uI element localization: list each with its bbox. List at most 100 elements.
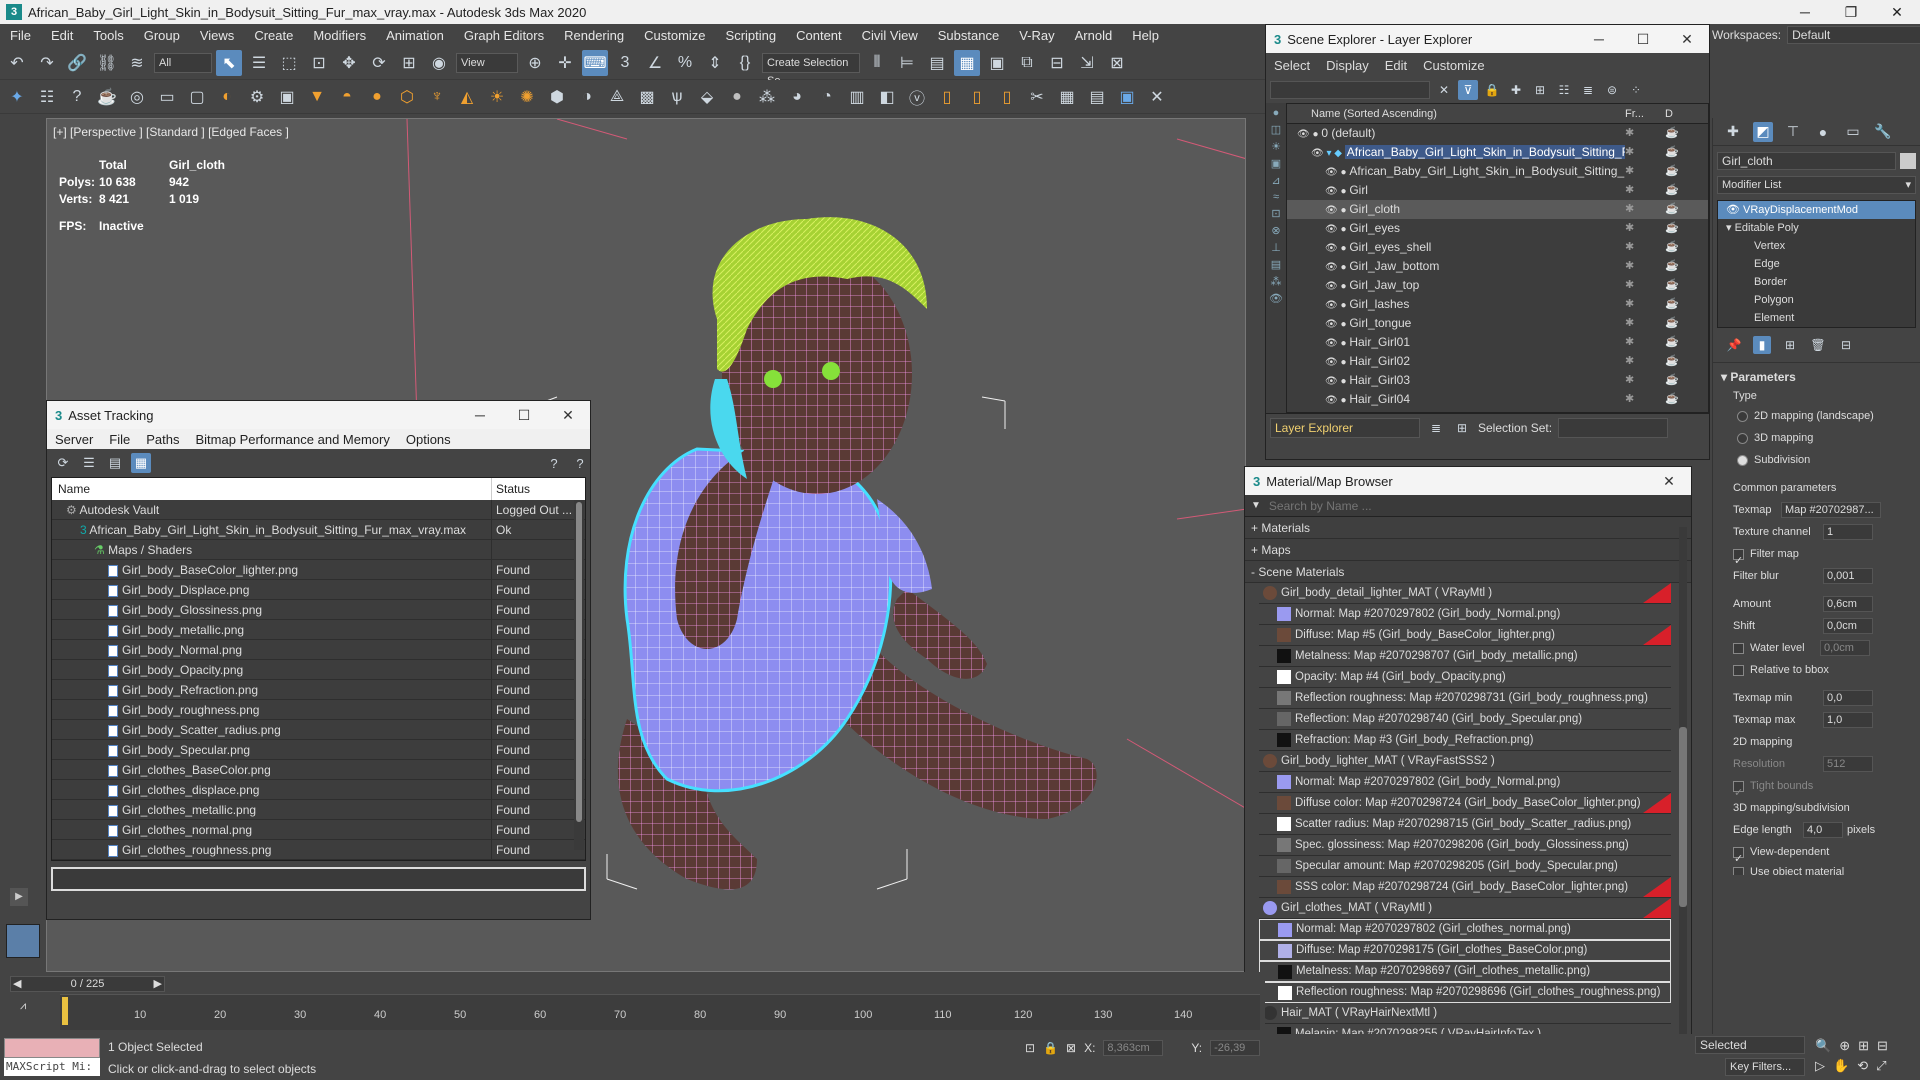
x-coordinate-field[interactable]: 8,363cm [1103, 1040, 1164, 1056]
scene-row[interactable]: 👁 ● Hair_Girl01 ✱ ☕ [1287, 333, 1708, 352]
mat-preset-icon[interactable]: ◕ [784, 84, 810, 110]
selection-set-icon[interactable]: ⊞ [1452, 418, 1472, 438]
type-radio[interactable] [1737, 454, 1748, 466]
scene-row[interactable]: 👁 ● Girl_Jaw_bottom ✱ ☕ [1287, 257, 1708, 276]
se-menu-customize[interactable]: Customize [1415, 58, 1492, 73]
minimize-button[interactable]: ─ [1782, 0, 1828, 24]
asset-row[interactable]: Girl_body_Displace.png Found [52, 580, 585, 600]
asset-row[interactable]: Girl_clothes_normal.png Found [52, 820, 585, 840]
filter-containers-icon[interactable]: ▤ [1271, 258, 1281, 271]
render-frame-icon[interactable]: ▭ [154, 84, 180, 110]
use-object-material-checkbox[interactable] [1733, 866, 1744, 875]
expand-icon[interactable]: ▶ [10, 888, 28, 906]
teapot-icon[interactable]: ☕ [94, 84, 120, 110]
visibility-icon[interactable]: 👁 [1311, 148, 1326, 159]
asset-row[interactable]: Girl_clothes_metallic.png Found [52, 800, 585, 820]
fr-icon[interactable]: ▯ [994, 84, 1020, 110]
filter-groups-icon[interactable]: ⊡ [1271, 207, 1280, 220]
map-item[interactable]: Diffuse color: Map #2070298724 (Girl_bod… [1259, 793, 1671, 814]
asset-row[interactable]: Girl_body_Scatter_radius.png Found [52, 720, 585, 740]
sun-sky-icon[interactable]: ✺ [514, 84, 540, 110]
visibility-icon[interactable]: 👁 [1325, 319, 1340, 330]
at-menu-bitmap-performance-and-memory[interactable]: Bitmap Performance and Memory [188, 432, 398, 447]
display-teapot-icon[interactable]: ☕ [1665, 333, 1679, 352]
type-option[interactable]: 3D mapping [1713, 427, 1920, 449]
display-teapot-icon[interactable]: ☕ [1665, 257, 1679, 276]
map-item[interactable]: Diffuse: Map #2070298175 (Girl_clothes_B… [1259, 940, 1671, 961]
layers-icon[interactable]: ≣ [1578, 80, 1598, 100]
maxscript-input[interactable]: MAXScript Mi: [4, 1058, 100, 1076]
prev-frame-icon[interactable]: ◀ [13, 977, 21, 991]
zoom-icon[interactable]: 🔍 [1815, 1038, 1831, 1054]
pivot-icon[interactable]: ⊕ [522, 50, 548, 76]
display-teapot-icon[interactable]: ☕ [1665, 143, 1679, 162]
zoom-extents-icon[interactable]: ⊞ [1858, 1038, 1869, 1054]
lock-icon[interactable]: 🔒 [1482, 80, 1502, 100]
asset-row[interactable]: Girl_body_Glossiness.png Found [52, 600, 585, 620]
asset-row[interactable]: 3 African_Baby_Girl_Light_Skin_in_Bodysu… [52, 520, 585, 540]
menu-edit[interactable]: Edit [41, 28, 83, 43]
modifier-stack-item[interactable]: ▾ Editable Poly [1718, 219, 1915, 237]
move-icon[interactable]: ✥ [336, 50, 362, 76]
mat-lib-icon[interactable]: ◔ [814, 84, 840, 110]
key-filters-button[interactable]: Key Filters... [1725, 1058, 1805, 1076]
tight-bounds-checkbox[interactable]: ✓ [1733, 780, 1744, 799]
modifier-stack-item[interactable]: Element [1718, 309, 1915, 327]
rotate-icon[interactable]: ⟳ [366, 50, 392, 76]
lens-icon[interactable]: ▥ [844, 84, 870, 110]
layer-manager-icon[interactable]: ▤ [924, 50, 950, 76]
asset-row[interactable]: ⚗ Maps / Shaders [52, 540, 585, 560]
type-radio[interactable] [1737, 410, 1748, 422]
menu-tools[interactable]: Tools [83, 28, 133, 43]
filter-spacewarps-icon[interactable]: ≈ [1273, 191, 1279, 203]
bind-spacewarp-icon[interactable]: ≋ [124, 50, 150, 76]
at-menu-file[interactable]: File [101, 432, 138, 447]
vray-asset-icon[interactable]: ✦ [4, 84, 30, 110]
expand-stack-icon[interactable]: ▾ [1726, 222, 1735, 234]
asset-row[interactable]: ⚙ Autodesk Vault Logged Out ... [52, 500, 585, 520]
at-menu-server[interactable]: Server [47, 432, 101, 447]
time-slider[interactable]: ◀ 0 / 225 ▶ [10, 976, 165, 992]
asset-row[interactable]: Girl_body_Normal.png Found [52, 640, 585, 660]
at-minimize-button[interactable]: ─ [458, 401, 502, 429]
menu-views[interactable]: Views [190, 28, 244, 43]
keyboard-shortcut-icon[interactable]: ⌨ [582, 49, 608, 76]
select-manipulate-icon[interactable]: ✛ [552, 50, 578, 76]
edit-named-sets-icon[interactable]: {} [732, 50, 758, 76]
visibility-icon[interactable]: 👁 [1325, 281, 1340, 292]
selection-set-dropdown[interactable]: Create Selection Se [762, 52, 860, 87]
type-option[interactable]: Subdivision [1713, 449, 1920, 471]
window-crossing-icon[interactable]: ⊡ [306, 50, 332, 76]
visibility-icon[interactable]: 👁 [1325, 300, 1340, 311]
display-teapot-icon[interactable]: ☕ [1665, 181, 1679, 200]
visibility-icon[interactable]: 👁 [1325, 243, 1340, 254]
display-teapot-icon[interactable]: ☕ [1665, 276, 1679, 295]
workspace-selector[interactable]: Workspaces: Default [1712, 24, 1920, 46]
menu-modifiers[interactable]: Modifiers [303, 28, 376, 43]
freeze-icon[interactable]: ✱ [1625, 295, 1665, 314]
at-close-button[interactable]: ✕ [546, 401, 590, 429]
display-teapot-icon[interactable]: ☕ [1665, 200, 1679, 219]
sphere-light-icon[interactable]: ● [364, 84, 390, 110]
freeze-icon[interactable]: ✱ [1625, 200, 1665, 219]
modifier-stack-item[interactable]: Vertex [1718, 237, 1915, 255]
visibility-icon[interactable]: 👁 [1325, 205, 1340, 216]
dome-light-icon[interactable]: ◓ [334, 84, 360, 110]
asset-scrollbar[interactable] [574, 500, 584, 850]
plane-icon[interactable]: ⟁ [604, 84, 630, 110]
filter-shapes-icon[interactable]: ◫ [1271, 123, 1281, 136]
scene-row[interactable]: 👁 ● Girl_cloth ✱ ☕ [1287, 200, 1708, 219]
scale-icon[interactable]: ⊞ [396, 50, 422, 76]
asset-row[interactable]: Girl_body_Specular.png Found [52, 740, 585, 760]
menu-file[interactable]: File [0, 28, 41, 43]
maxscript-listener[interactable] [4, 1038, 100, 1058]
material-group-header[interactable]: + Maps [1245, 539, 1691, 561]
water-level-spinner[interactable]: 0,0cm [1820, 640, 1870, 657]
filter-bones-icon[interactable]: ⊥ [1271, 241, 1281, 254]
maximize-viewport-icon[interactable]: ⤢ [1876, 1058, 1886, 1074]
spinner-snap-icon[interactable]: ⇕ [702, 50, 728, 76]
asset-row[interactable]: Girl_clothes_displace.png Found [52, 780, 585, 800]
scene-row[interactable]: 👁 ● Hair_Girl02 ✱ ☕ [1287, 352, 1708, 371]
curve-editor-icon[interactable]: ⧉ [1014, 50, 1040, 76]
tools-icon[interactable]: ✂ [1024, 84, 1050, 110]
